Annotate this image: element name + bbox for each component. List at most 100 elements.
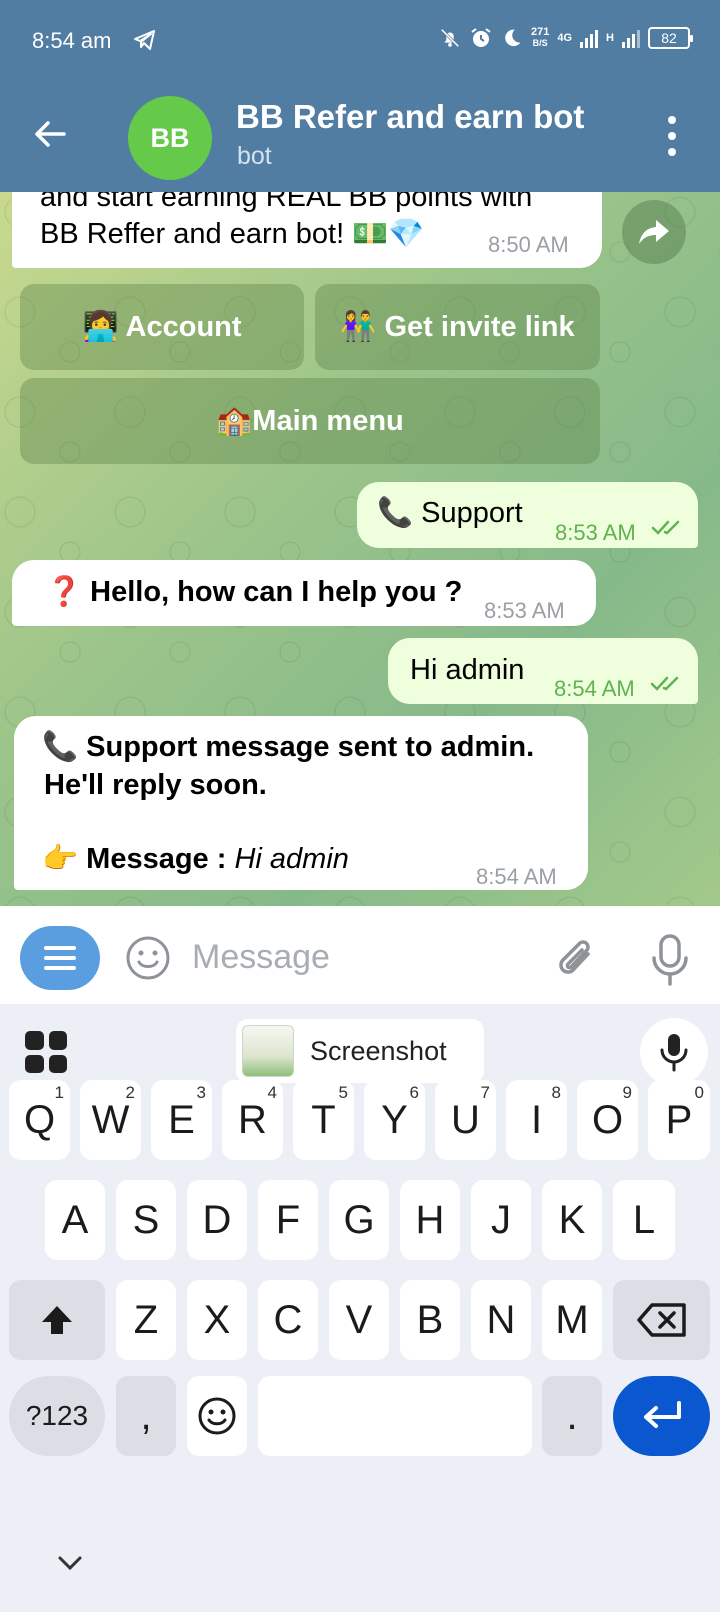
share-button[interactable]	[622, 200, 686, 264]
key-i[interactable]: I8	[506, 1080, 567, 1160]
message-text: He'll reply soon.	[44, 769, 267, 801]
shift-arrow-icon	[42, 1306, 72, 1334]
telegram-icon	[134, 30, 155, 50]
message-bubble-incoming[interactable]: and start earning REAL BB points with BB…	[12, 192, 602, 268]
key-g[interactable]: G	[329, 1180, 389, 1260]
message-bubble-outgoing[interactable]: Hi admin 8:54 AM	[388, 638, 698, 704]
key-j[interactable]: J	[471, 1180, 531, 1260]
emoji-key[interactable]	[187, 1376, 247, 1456]
network-type: 4G	[557, 31, 573, 44]
back-arrow-icon[interactable]	[30, 114, 70, 154]
key-x[interactable]: X	[187, 1280, 247, 1360]
message-input[interactable]	[192, 930, 532, 984]
voice-input-button[interactable]	[640, 1018, 708, 1086]
key-y[interactable]: Y6	[364, 1080, 425, 1160]
more-options-icon[interactable]	[664, 116, 680, 156]
bot-menu-button[interactable]	[20, 926, 100, 990]
comma-key[interactable]: ,	[116, 1376, 176, 1456]
message-time: 8:50 AM	[488, 232, 569, 257]
microphone-icon	[660, 1034, 688, 1072]
backspace-key[interactable]	[613, 1280, 710, 1360]
message-text: 📞 Support	[377, 497, 523, 529]
message-composer	[0, 906, 720, 1004]
message-line: 👉 Message : Hi admin	[42, 840, 349, 878]
key-k[interactable]: K	[542, 1180, 602, 1260]
message-text: 📞 Support message sent to admin.	[42, 731, 535, 763]
key-u[interactable]: U7	[435, 1080, 496, 1160]
screenshot-suggestion-chip[interactable]: Screenshot	[236, 1019, 484, 1083]
paperclip-icon[interactable]	[554, 934, 600, 984]
soft-keyboard: Screenshot Q1 W2 E3 R4 T5 Y6 U7 I8 O9 P0…	[0, 1004, 720, 1612]
network-speed: 271 B/S	[531, 27, 549, 49]
speed-value: 271	[531, 26, 550, 38]
inline-button-main-menu[interactable]: 🏫Main menu	[20, 378, 600, 464]
key-s[interactable]: S	[116, 1180, 176, 1260]
apps-grid-icon[interactable]	[25, 1031, 67, 1073]
message-time: 8:53 AM	[484, 598, 565, 623]
app-header: 8:54 am 271 B/S 4G H 82 BB BB Refer and …	[0, 0, 720, 192]
message-text: ❓ Hello, how can I help you ?	[46, 576, 463, 608]
speed-unit: B/S	[532, 38, 548, 48]
backspace-icon	[636, 1303, 686, 1337]
status-bar: 8:54 am 271 B/S 4G H 82	[0, 0, 720, 80]
key-c[interactable]: C	[258, 1280, 318, 1360]
message-time: 8:54 AM	[554, 676, 635, 701]
key-l[interactable]: L	[613, 1180, 675, 1260]
shift-key[interactable]	[9, 1280, 105, 1360]
network-type-2: H	[606, 31, 614, 44]
double-check-icon	[651, 520, 680, 535]
key-d[interactable]: D	[187, 1180, 247, 1260]
message-bubble-incoming[interactable]: ❓ Hello, how can I help you ? 8:53 AM	[12, 560, 596, 626]
key-w[interactable]: W2	[80, 1080, 141, 1160]
key-m[interactable]: M	[542, 1280, 602, 1360]
microphone-icon[interactable]	[648, 932, 692, 988]
message-time: 8:53 AM	[555, 520, 636, 545]
signal-icon	[580, 28, 599, 48]
chat-history[interactable]: and start earning REAL BB points with BB…	[0, 192, 720, 906]
key-v[interactable]: V	[329, 1280, 389, 1360]
chevron-down-icon[interactable]	[56, 1552, 84, 1574]
period-key[interactable]: .	[542, 1376, 602, 1456]
key-t[interactable]: T5	[293, 1080, 354, 1160]
enter-key[interactable]	[613, 1376, 710, 1456]
double-check-icon	[650, 676, 679, 691]
key-p[interactable]: P0	[648, 1080, 710, 1160]
status-time: 8:54 am	[32, 28, 112, 53]
message-label: 👉 Message :	[42, 843, 227, 875]
key-z[interactable]: Z	[116, 1280, 176, 1360]
message-text: Hi admin	[410, 654, 525, 686]
status-icons: 271 B/S 4G H 82	[439, 26, 693, 50]
emoji-icon[interactable]	[124, 934, 172, 982]
message-text: BB Reffer and earn bot! 💵💎	[40, 218, 425, 250]
enter-arrow-icon	[643, 1401, 681, 1428]
inline-button-account[interactable]: 👩‍💻 Account	[20, 284, 304, 370]
key-e[interactable]: E3	[151, 1080, 212, 1160]
key-n[interactable]: N	[471, 1280, 531, 1360]
key-o[interactable]: O9	[577, 1080, 638, 1160]
key-q[interactable]: Q1	[9, 1080, 70, 1160]
moon-icon	[505, 29, 521, 47]
emoji-icon	[198, 1397, 236, 1435]
battery-indicator: 82	[648, 27, 693, 49]
key-a[interactable]: A	[45, 1180, 105, 1260]
key-h[interactable]: H	[400, 1180, 460, 1260]
key-b[interactable]: B	[400, 1280, 460, 1360]
chip-label: Screenshot	[310, 1035, 447, 1066]
mute-bell-icon	[440, 28, 460, 48]
key-f[interactable]: F	[258, 1180, 318, 1260]
chat-title[interactable]: BB Refer and earn bot	[236, 98, 584, 136]
message-bubble-outgoing[interactable]: 📞 Support 8:53 AM	[357, 482, 698, 548]
message-bubble-incoming[interactable]: 📞 Support message sent to admin. He'll r…	[14, 716, 588, 890]
alarm-icon	[471, 28, 491, 47]
message-text: and start earning REAL BB points with	[40, 192, 533, 213]
message-value: Hi admin	[234, 843, 349, 875]
bot-avatar[interactable]: BB	[128, 96, 212, 180]
space-key[interactable]	[258, 1376, 532, 1456]
inline-button-get-invite-link[interactable]: 👫 Get invite link	[315, 284, 600, 370]
signal-icon-2	[622, 28, 640, 48]
chat-subtitle: bot	[237, 142, 272, 170]
screenshot-thumbnail	[242, 1025, 294, 1077]
share-arrow-icon	[639, 220, 669, 244]
key-r[interactable]: R4	[222, 1080, 283, 1160]
symbols-key[interactable]: ?123	[9, 1376, 105, 1456]
